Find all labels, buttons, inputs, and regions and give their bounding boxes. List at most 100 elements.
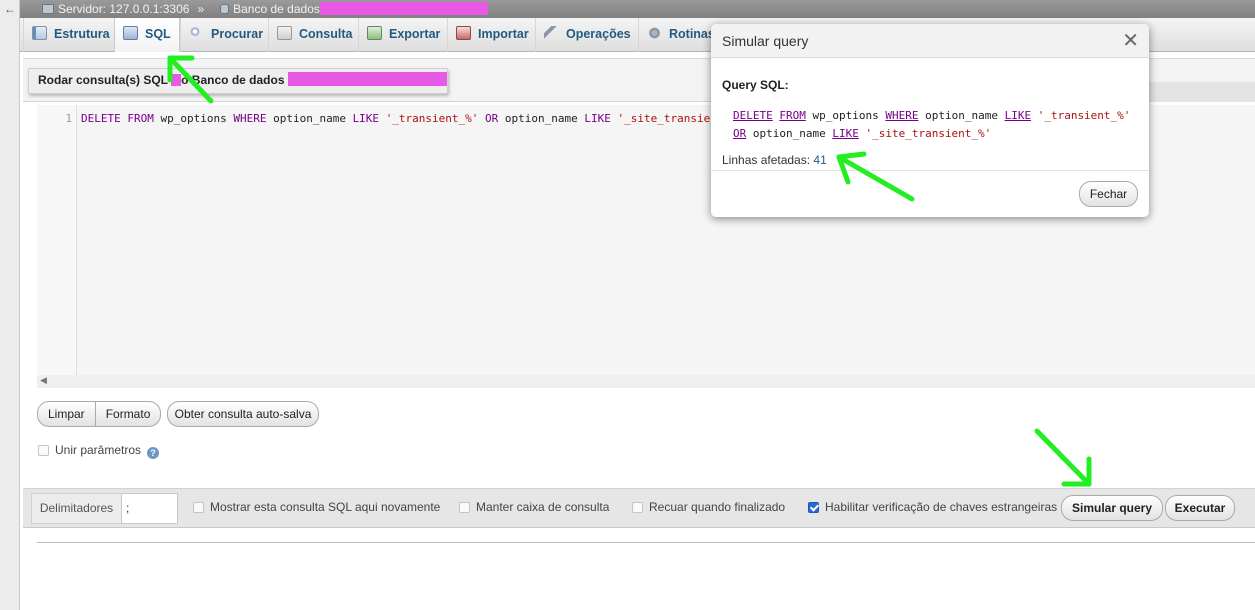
editor-button-group: Limpar Formato: [37, 401, 162, 427]
help-icon[interactable]: ?: [147, 447, 160, 459]
sql-text: wp_options: [153, 112, 234, 125]
tab-label: SQL: [145, 27, 171, 41]
simulate-query-dialog: Simular query ✕ Query SQL: DELETE FROM w…: [711, 24, 1149, 217]
dialog-title: Simular query: [722, 33, 809, 49]
query-options-bar: Delimitadores ; Mostrar esta consulta SQ…: [23, 488, 1255, 528]
horizontal-scrollbar[interactable]: ◀: [37, 375, 1255, 388]
tab-label: Procurar: [211, 27, 264, 41]
bind-parameters-option[interactable]: Unir parâmetros?: [38, 443, 160, 459]
tab-importar[interactable]: Importar: [447, 18, 535, 52]
tab-label: Rotinas: [669, 27, 715, 41]
search-icon: [189, 26, 204, 40]
sql-string: '_transient_%': [1037, 109, 1131, 122]
dialog-header: Simular query ✕: [711, 24, 1149, 58]
tab-consulta[interactable]: Consulta: [268, 18, 358, 52]
sql-string: '_site_transient_%': [865, 127, 992, 140]
affected-rows-value: 41: [813, 153, 827, 167]
keep-query-box-checkbox[interactable]: [459, 502, 470, 513]
server-icon: [42, 4, 54, 14]
affected-rows-label: Linhas afetadas:: [722, 153, 811, 167]
query-box-title-prefix: Rodar consulta(s) SQL: [38, 73, 168, 87]
delimiter-input[interactable]: ;: [121, 493, 178, 524]
simulated-sql: DELETE FROM wp_options WHERE option_name…: [733, 107, 1138, 143]
tab-exportar[interactable]: Exportar: [358, 18, 447, 52]
simulate-query-button[interactable]: Simular query: [1061, 495, 1163, 521]
dialog-footer: Fechar: [711, 170, 1149, 217]
export-icon: [367, 26, 382, 40]
affected-rows: Linhas afetadas: 41: [722, 153, 1138, 167]
breadcrumb-server[interactable]: Servidor: 127.0.0.1:3306: [58, 2, 189, 16]
bind-parameters-label: Unir parâmetros: [55, 443, 142, 457]
left-navigation-strip: ←: [0, 0, 20, 610]
show-query-again-checkbox[interactable]: [193, 502, 204, 513]
tab-label: Estrutura: [54, 27, 110, 41]
query-box-title-suffix: o Banco de dados: [181, 73, 285, 87]
database-icon: [220, 4, 230, 14]
breadcrumb-database[interactable]: Banco de dados: [233, 2, 320, 16]
bind-parameters-checkbox[interactable]: [38, 445, 49, 456]
rollback-label: Recuar quando finalizado: [649, 500, 786, 514]
query-box-header-shade: [1148, 82, 1255, 102]
sql-keyword[interactable]: WHERE: [885, 109, 918, 122]
close-icon[interactable]: ✕: [1122, 24, 1139, 58]
sql-keyword[interactable]: OR: [733, 127, 746, 140]
line-number: 1: [65, 113, 72, 125]
sql-string: '_transient_%': [385, 112, 479, 125]
redaction-bar: [287, 72, 447, 86]
sql-keyword: OR: [485, 112, 499, 125]
scroll-left-icon[interactable]: ◀: [40, 375, 47, 386]
line-number-gutter: 1: [37, 105, 77, 375]
query-box-title: Rodar consulta(s) SQL o Banco de dados: [28, 68, 448, 94]
breadcrumb: Servidor: 127.0.0.1:3306 » Banco de dados: [20, 0, 1255, 18]
sql-keyword: DELETE FROM: [81, 112, 154, 125]
sql-icon: [123, 26, 138, 40]
sql-text: option_name: [266, 112, 353, 125]
dialog-body: Query SQL: DELETE FROM wp_options WHERE …: [711, 58, 1149, 167]
redaction-bar: [171, 74, 182, 86]
execute-button[interactable]: Executar: [1165, 495, 1235, 521]
tab-estrutura[interactable]: Estrutura: [23, 18, 114, 52]
sql-text: option_name: [918, 109, 1005, 122]
tab-operacoes[interactable]: Operações: [535, 18, 638, 52]
sql-keyword[interactable]: DELETE: [733, 109, 773, 122]
clear-button[interactable]: Limpar: [38, 402, 96, 426]
rollback-checkbox[interactable]: [632, 502, 643, 513]
sql-keyword: LIKE: [584, 112, 611, 125]
import-icon: [456, 26, 471, 40]
sql-text: option_name: [498, 112, 585, 125]
show-query-again-label: Mostrar esta consulta SQL aqui novamente: [210, 500, 441, 514]
sql-keyword[interactable]: LIKE: [832, 127, 859, 140]
sql-keyword: LIKE: [352, 112, 380, 125]
back-arrow-icon[interactable]: ←: [4, 2, 16, 16]
tab-label: Importar: [478, 27, 529, 41]
delimiter-label: Delimitadores: [31, 493, 122, 524]
tab-label: Operações: [566, 27, 631, 41]
query-icon: [277, 26, 292, 40]
sql-text: option_name: [746, 127, 833, 140]
format-button[interactable]: Formato: [96, 402, 161, 426]
redaction-bar: [319, 2, 488, 15]
gear-icon: [647, 26, 662, 40]
query-sql-label: Query SQL:: [722, 78, 789, 92]
sql-keyword: WHERE: [233, 112, 267, 125]
wrench-icon: [544, 26, 559, 40]
divider: [37, 542, 1255, 543]
breadcrumb-separator: »: [197, 2, 205, 16]
tab-sql[interactable]: SQL: [114, 18, 180, 52]
show-query-again-option[interactable]: Mostrar esta consulta SQL aqui novamente: [193, 500, 440, 514]
get-autosaved-query-button[interactable]: Obter consulta auto-salva: [167, 401, 319, 427]
sql-keyword[interactable]: LIKE: [1005, 109, 1032, 122]
rollback-option[interactable]: Recuar quando finalizado: [632, 500, 785, 514]
foreign-key-checks-label: Habilitar verificação de chaves estrange…: [825, 500, 1058, 514]
tab-label: Exportar: [389, 27, 441, 41]
sql-text: wp_options: [805, 109, 886, 122]
tab-procurar[interactable]: Procurar: [180, 18, 268, 52]
structure-icon: [32, 26, 47, 40]
foreign-key-checks-option[interactable]: Habilitar verificação de chaves estrange…: [808, 500, 1057, 514]
close-button[interactable]: Fechar: [1079, 181, 1138, 207]
sql-keyword[interactable]: FROM: [779, 109, 806, 122]
tab-label: Consulta: [299, 27, 353, 41]
foreign-key-checks-checkbox[interactable]: [808, 502, 819, 513]
keep-query-box-label: Manter caixa de consulta: [476, 500, 610, 514]
keep-query-box-option[interactable]: Manter caixa de consulta: [459, 500, 609, 514]
